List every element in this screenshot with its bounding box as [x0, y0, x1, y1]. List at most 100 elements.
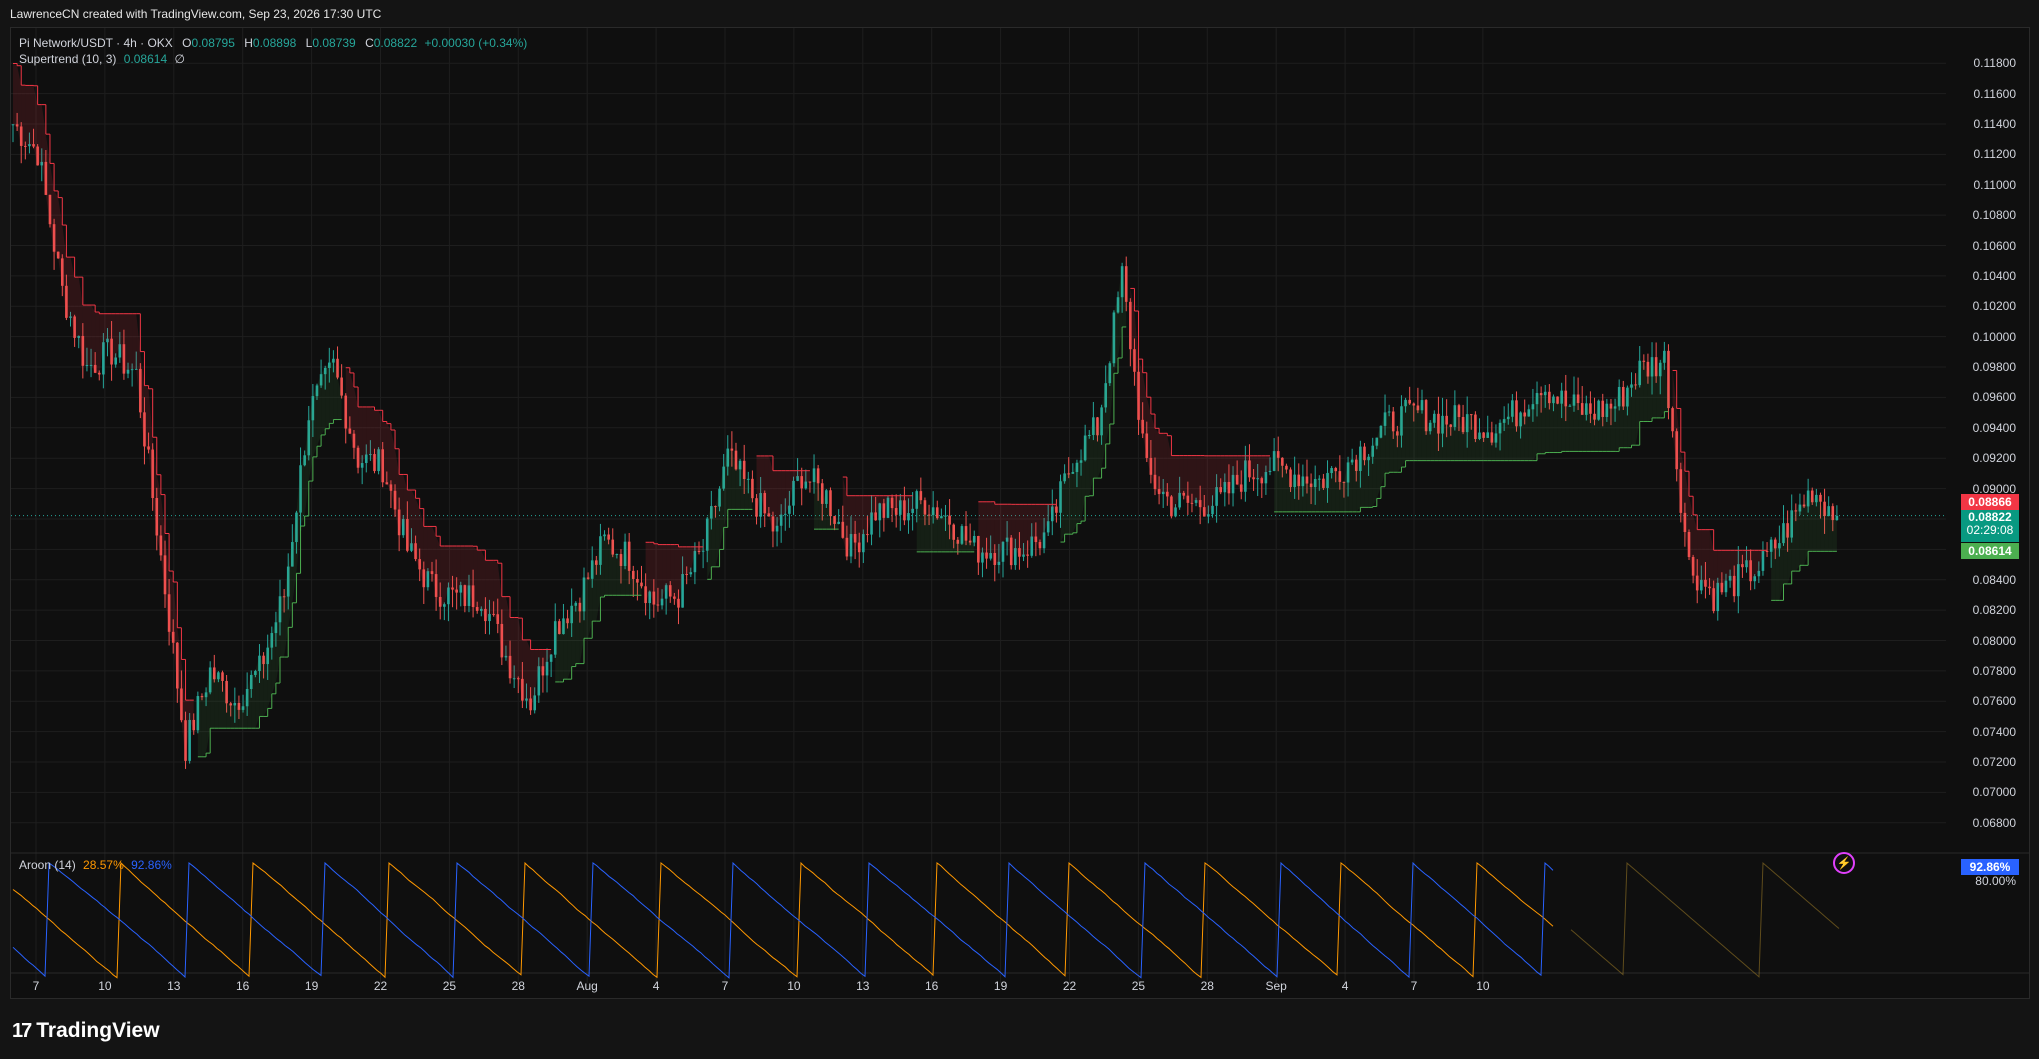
supertrend-fill [711, 506, 716, 567]
supertrend-fill [460, 545, 465, 606]
supertrend-fill [1237, 455, 1242, 492]
supertrend-fill [941, 515, 946, 552]
supertrend-fill [1068, 472, 1073, 535]
supertrend-fill [744, 478, 749, 510]
supertrend-fill [370, 406, 375, 472]
supertrend-fill [966, 540, 971, 552]
supertrend-fill [345, 367, 350, 434]
supertrend-fill [226, 703, 231, 729]
supertrend-fill [119, 313, 124, 374]
time-tick-label: 16 [925, 979, 939, 993]
supertrend-fill [1635, 360, 1640, 446]
time-tick-label: 7 [721, 979, 729, 993]
time-tick-label: 28 [511, 979, 525, 993]
supertrend-fill [1019, 504, 1024, 557]
supertrend-fill [1138, 359, 1143, 434]
supertrend-fill [1327, 468, 1332, 512]
price-tick-label: 0.10200 [1972, 299, 2016, 314]
supertrend-fill [452, 545, 457, 593]
supertrend-fill [1348, 459, 1353, 512]
supertrend-fill [86, 305, 92, 366]
supertrend-fill [1315, 478, 1320, 512]
close-label: C [365, 36, 374, 50]
supertrend-fill [682, 546, 687, 575]
supertrend-fill [1528, 404, 1533, 461]
supertrend-fill [1590, 413, 1595, 452]
supertrend-empty-icon: ∅ [174, 52, 185, 66]
supertrend-fill [358, 406, 363, 468]
supertrend-fill [1204, 455, 1209, 517]
supertrend-fill [1467, 414, 1472, 461]
countdown-timer: 02:29:08 [1966, 523, 2014, 537]
supertrend-fill [366, 406, 371, 455]
price-tick-label: 0.08000 [1972, 633, 2016, 648]
supertrend-fill [1372, 437, 1377, 507]
supertrend-fill [1154, 428, 1160, 495]
supertrend-fill [275, 596, 281, 684]
price-tick-label: 0.10600 [1972, 238, 2016, 253]
supertrend-fill [1689, 496, 1694, 576]
chart-canvas[interactable] [11, 28, 2029, 998]
symbol-name[interactable]: Pi Network/USDT · 4h · OKX [19, 36, 173, 50]
open-value: 0.08795 [191, 36, 235, 50]
time-tick-label: 13 [167, 979, 181, 993]
price-tick-label: 0.11600 [1973, 86, 2017, 101]
supertrend-fill [66, 257, 71, 318]
supertrend-fill [522, 639, 527, 701]
open-label: O [182, 36, 192, 50]
supertrend-fill [1109, 312, 1114, 425]
aroon-legend[interactable]: Aroon (14) 28.57% 92.86% [19, 858, 172, 872]
supertrend-fill [600, 534, 605, 598]
price-tick-label: 0.11400 [1973, 116, 2017, 131]
supertrend-fill [1183, 455, 1188, 503]
supertrend-fill [164, 533, 170, 632]
supertrend-fill [1508, 400, 1513, 461]
chart-frame[interactable]: Pi Network/USDT · 4h · OKX O0.08795 H0.0… [10, 27, 2030, 999]
supertrend-fill [308, 396, 313, 482]
lightning-icon[interactable]: ⚡ [1833, 852, 1855, 874]
supertrend-fill [37, 104, 42, 166]
supertrend-fill [33, 85, 38, 166]
supertrend-fill [1343, 462, 1349, 512]
supertrend-fill [1064, 473, 1069, 535]
supertrend-fill [929, 507, 934, 552]
supertrend-fill [1709, 529, 1714, 612]
aroon-down-line [12, 861, 1554, 979]
supertrend-fill [1594, 400, 1599, 452]
supertrend-fill [1089, 417, 1094, 496]
supertrend-legend[interactable]: Supertrend (10, 3) 0.08614 ∅ [19, 52, 185, 66]
supertrend-fill [214, 672, 219, 729]
supertrend-fill [493, 560, 498, 624]
supertrend-fill [17, 65, 22, 146]
supertrend-fill [1306, 483, 1312, 512]
price-tick-label: 0.09400 [1972, 420, 2016, 435]
time-tick-label: 25 [442, 979, 457, 993]
low-value: 0.08739 [312, 36, 356, 50]
supertrend-fill [707, 506, 712, 580]
tradingview-logo[interactable]: 17 TradingView [12, 1019, 160, 1043]
supertrend-fill [1450, 405, 1455, 461]
supertrend-fill [25, 85, 30, 147]
supertrend-fill [1159, 433, 1164, 495]
supertrend-fill [579, 577, 584, 664]
time-tick-label: 7 [1410, 979, 1418, 993]
supertrend-fill [247, 674, 252, 729]
supertrend-fill [699, 546, 704, 551]
supertrend-fill [177, 627, 182, 721]
supertrend-fill [937, 516, 942, 552]
supertrend-fill [349, 372, 354, 448]
price-tick-label: 0.09600 [1972, 390, 2016, 405]
supertrend-fill [58, 197, 63, 286]
supertrend-fill [329, 358, 334, 424]
supertrend-fill [181, 659, 186, 761]
supertrend-fill [855, 495, 860, 553]
supertrend-fill [653, 543, 658, 606]
supertrend-fill [1035, 504, 1040, 549]
supertrend-fill [1417, 400, 1422, 461]
supertrend-fill [107, 313, 112, 365]
time-tick-label: 7 [32, 979, 40, 993]
supertrend-fill [1274, 451, 1279, 512]
supertrend-fill [571, 602, 576, 667]
supertrend-fill [292, 512, 297, 603]
supertrend-fill [1167, 435, 1172, 517]
